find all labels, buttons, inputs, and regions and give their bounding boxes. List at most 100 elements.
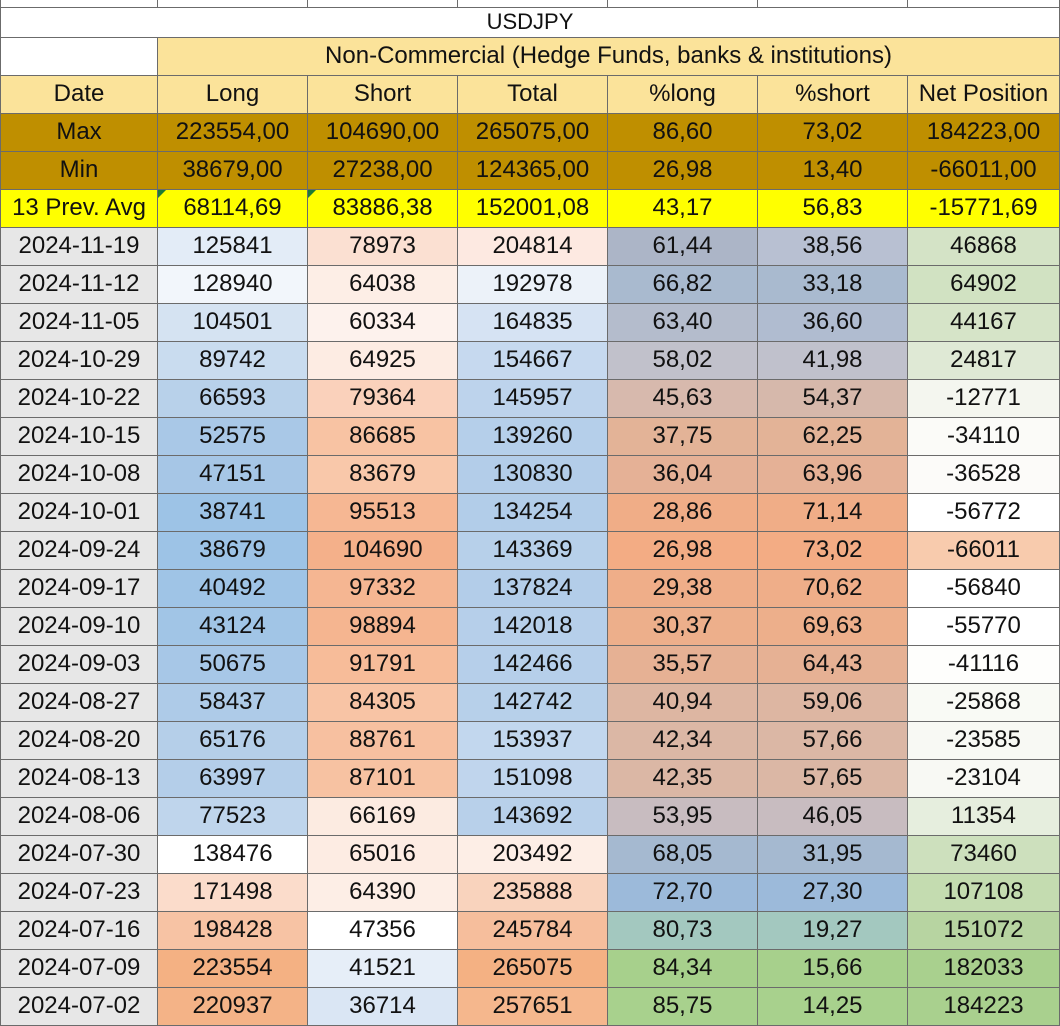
cell-total[interactable]: 153937 [457, 720, 608, 760]
cell-long[interactable]: 47151 [157, 454, 308, 494]
cell-net-position[interactable]: -23104 [907, 758, 1060, 798]
cell-pct-short[interactable]: 70,62 [757, 568, 908, 608]
cell-pct-short[interactable]: 59,06 [757, 682, 908, 722]
header-date[interactable]: Date [0, 74, 158, 114]
max-total[interactable]: 265075,00 [457, 112, 608, 152]
cell-short[interactable]: 95513 [307, 492, 458, 532]
cell-pct-long[interactable]: 36,04 [607, 454, 758, 494]
cell[interactable] [757, 0, 908, 8]
cell-pct-long[interactable]: 68,05 [607, 834, 758, 874]
cell-date[interactable]: 2024-07-16 [0, 910, 158, 950]
cell-total[interactable]: 143692 [457, 796, 608, 836]
cell-pct-long[interactable]: 40,94 [607, 682, 758, 722]
cell-short[interactable]: 41521 [307, 948, 458, 988]
cell-total[interactable]: 134254 [457, 492, 608, 532]
cell-short[interactable]: 83679 [307, 454, 458, 494]
header-total[interactable]: Total [457, 74, 608, 114]
cell-long[interactable]: 128940 [157, 264, 308, 304]
avg-pct-long[interactable]: 43,17 [607, 188, 758, 228]
cell-net-position[interactable]: 24817 [907, 340, 1060, 380]
min-total[interactable]: 124365,00 [457, 150, 608, 190]
cell-long[interactable]: 198428 [157, 910, 308, 950]
cell-date[interactable]: 2024-09-03 [0, 644, 158, 684]
cell-pct-long[interactable]: 30,37 [607, 606, 758, 646]
cell-date[interactable]: 2024-08-06 [0, 796, 158, 836]
cell-date[interactable]: 2024-10-22 [0, 378, 158, 418]
cell-total[interactable]: 245784 [457, 910, 608, 950]
cell-short[interactable]: 64038 [307, 264, 458, 304]
cell-short[interactable]: 64925 [307, 340, 458, 380]
cell-net-position[interactable]: -36528 [907, 454, 1060, 494]
cell-net-position[interactable]: -66011 [907, 530, 1060, 570]
cell-net-position[interactable]: -34110 [907, 416, 1060, 456]
sheet-subtitle-cell[interactable]: Non-Commercial (Hedge Funds, banks & ins… [157, 36, 1060, 76]
cell-long[interactable]: 66593 [157, 378, 308, 418]
cell-long[interactable]: 220937 [157, 986, 308, 1026]
cell-net-position[interactable]: -56772 [907, 492, 1060, 532]
min-pct-short[interactable]: 13,40 [757, 150, 908, 190]
min-pct-long[interactable]: 26,98 [607, 150, 758, 190]
avg-long[interactable]: 68114,69 [157, 188, 308, 228]
cell-long[interactable]: 38679 [157, 530, 308, 570]
cell-date[interactable]: 2024-07-30 [0, 834, 158, 874]
cell-total[interactable]: 257651 [457, 986, 608, 1026]
blank-cell[interactable] [0, 36, 158, 76]
cell-date[interactable]: 2024-07-02 [0, 986, 158, 1026]
cell-pct-long[interactable]: 53,95 [607, 796, 758, 836]
cell-pct-long[interactable]: 45,63 [607, 378, 758, 418]
cell-long[interactable]: 171498 [157, 872, 308, 912]
cell-short[interactable]: 66169 [307, 796, 458, 836]
cell-net-position[interactable]: -56840 [907, 568, 1060, 608]
cell-short[interactable]: 84305 [307, 682, 458, 722]
avg-short[interactable]: 83886,38 [307, 188, 458, 228]
cell-pct-long[interactable]: 58,02 [607, 340, 758, 380]
cell-date[interactable]: 2024-11-12 [0, 264, 158, 304]
cell-date[interactable]: 2024-07-23 [0, 872, 158, 912]
cell-net-position[interactable]: 182033 [907, 948, 1060, 988]
cell[interactable] [607, 0, 758, 8]
cell-net-position[interactable]: 44167 [907, 302, 1060, 342]
cell-short[interactable]: 36714 [307, 986, 458, 1026]
cell-pct-short[interactable]: 62,25 [757, 416, 908, 456]
cell-net-position[interactable]: -25868 [907, 682, 1060, 722]
cell-date[interactable]: 2024-08-27 [0, 682, 158, 722]
cell-pct-short[interactable]: 73,02 [757, 530, 908, 570]
cell-net-position[interactable]: -23585 [907, 720, 1060, 760]
cell[interactable] [907, 0, 1060, 8]
cell-total[interactable]: 164835 [457, 302, 608, 342]
cell-date[interactable]: 2024-10-15 [0, 416, 158, 456]
cell-net-position[interactable]: 46868 [907, 226, 1060, 266]
cell-net-position[interactable]: -41116 [907, 644, 1060, 684]
cell-pct-short[interactable]: 54,37 [757, 378, 908, 418]
cell-total[interactable]: 265075 [457, 948, 608, 988]
cell-pct-long[interactable]: 72,70 [607, 872, 758, 912]
cell-total[interactable]: 130830 [457, 454, 608, 494]
cell-long[interactable]: 125841 [157, 226, 308, 266]
cell-date[interactable]: 2024-10-08 [0, 454, 158, 494]
cell-pct-short[interactable]: 46,05 [757, 796, 908, 836]
max-pct-short[interactable]: 73,02 [757, 112, 908, 152]
cell-date[interactable]: 2024-09-10 [0, 606, 158, 646]
cell[interactable] [157, 0, 308, 8]
min-short[interactable]: 27238,00 [307, 150, 458, 190]
cell-pct-long[interactable]: 42,34 [607, 720, 758, 760]
cell-long[interactable]: 58437 [157, 682, 308, 722]
cell-net-position[interactable]: 11354 [907, 796, 1060, 836]
avg-net-position[interactable]: -15771,69 [907, 188, 1060, 228]
cell-short[interactable]: 104690 [307, 530, 458, 570]
cell-net-position[interactable]: 151072 [907, 910, 1060, 950]
cell-pct-short[interactable]: 64,43 [757, 644, 908, 684]
cell-pct-short[interactable]: 19,27 [757, 910, 908, 950]
cell-short[interactable]: 86685 [307, 416, 458, 456]
cell-long[interactable]: 52575 [157, 416, 308, 456]
cell-pct-long[interactable]: 80,73 [607, 910, 758, 950]
cell-long[interactable]: 104501 [157, 302, 308, 342]
cell-pct-long[interactable]: 61,44 [607, 226, 758, 266]
cell-short[interactable]: 88761 [307, 720, 458, 760]
cell-pct-long[interactable]: 63,40 [607, 302, 758, 342]
cell-long[interactable]: 223554 [157, 948, 308, 988]
cell-total[interactable]: 151098 [457, 758, 608, 798]
cell-total[interactable]: 192978 [457, 264, 608, 304]
cell-date[interactable]: 2024-11-05 [0, 302, 158, 342]
max-long[interactable]: 223554,00 [157, 112, 308, 152]
